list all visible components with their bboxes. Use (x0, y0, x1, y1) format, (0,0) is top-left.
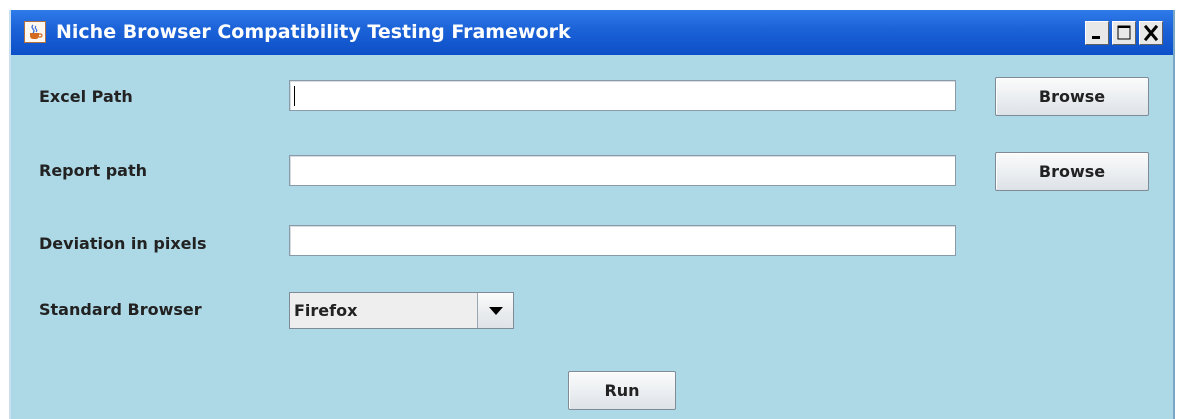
excel-path-input[interactable] (289, 80, 956, 111)
maximize-button[interactable] (1112, 21, 1136, 45)
minimize-button[interactable] (1085, 21, 1109, 45)
report-path-input[interactable] (289, 155, 956, 186)
minimize-icon (1092, 36, 1100, 39)
java-cup-icon[interactable] (24, 21, 46, 43)
title-bar[interactable]: Niche Browser Compatibility Testing Fram… (11, 10, 1173, 55)
close-button[interactable] (1139, 21, 1163, 45)
report-path-label: Report path (39, 161, 148, 180)
app-window: Niche Browser Compatibility Testing Fram… (9, 10, 1175, 419)
excel-browse-button[interactable]: Browse (995, 77, 1149, 116)
window-title: Niche Browser Compatibility Testing Fram… (56, 21, 571, 43)
report-browse-button[interactable]: Browse (995, 152, 1149, 191)
deviation-label: Deviation in pixels (39, 234, 207, 253)
text-caret (294, 86, 295, 106)
standard-browser-select[interactable]: Firefox (289, 292, 514, 329)
standard-browser-selected[interactable]: Firefox (290, 293, 476, 328)
excel-path-label: Excel Path (39, 87, 133, 106)
maximize-icon (1117, 25, 1131, 40)
dropdown-arrow-button[interactable] (477, 293, 513, 328)
deviation-input[interactable] (289, 225, 956, 256)
run-button[interactable]: Run (568, 371, 676, 410)
standard-browser-label: Standard Browser (39, 300, 202, 319)
close-icon (1143, 24, 1159, 42)
chevron-down-icon (489, 307, 503, 315)
